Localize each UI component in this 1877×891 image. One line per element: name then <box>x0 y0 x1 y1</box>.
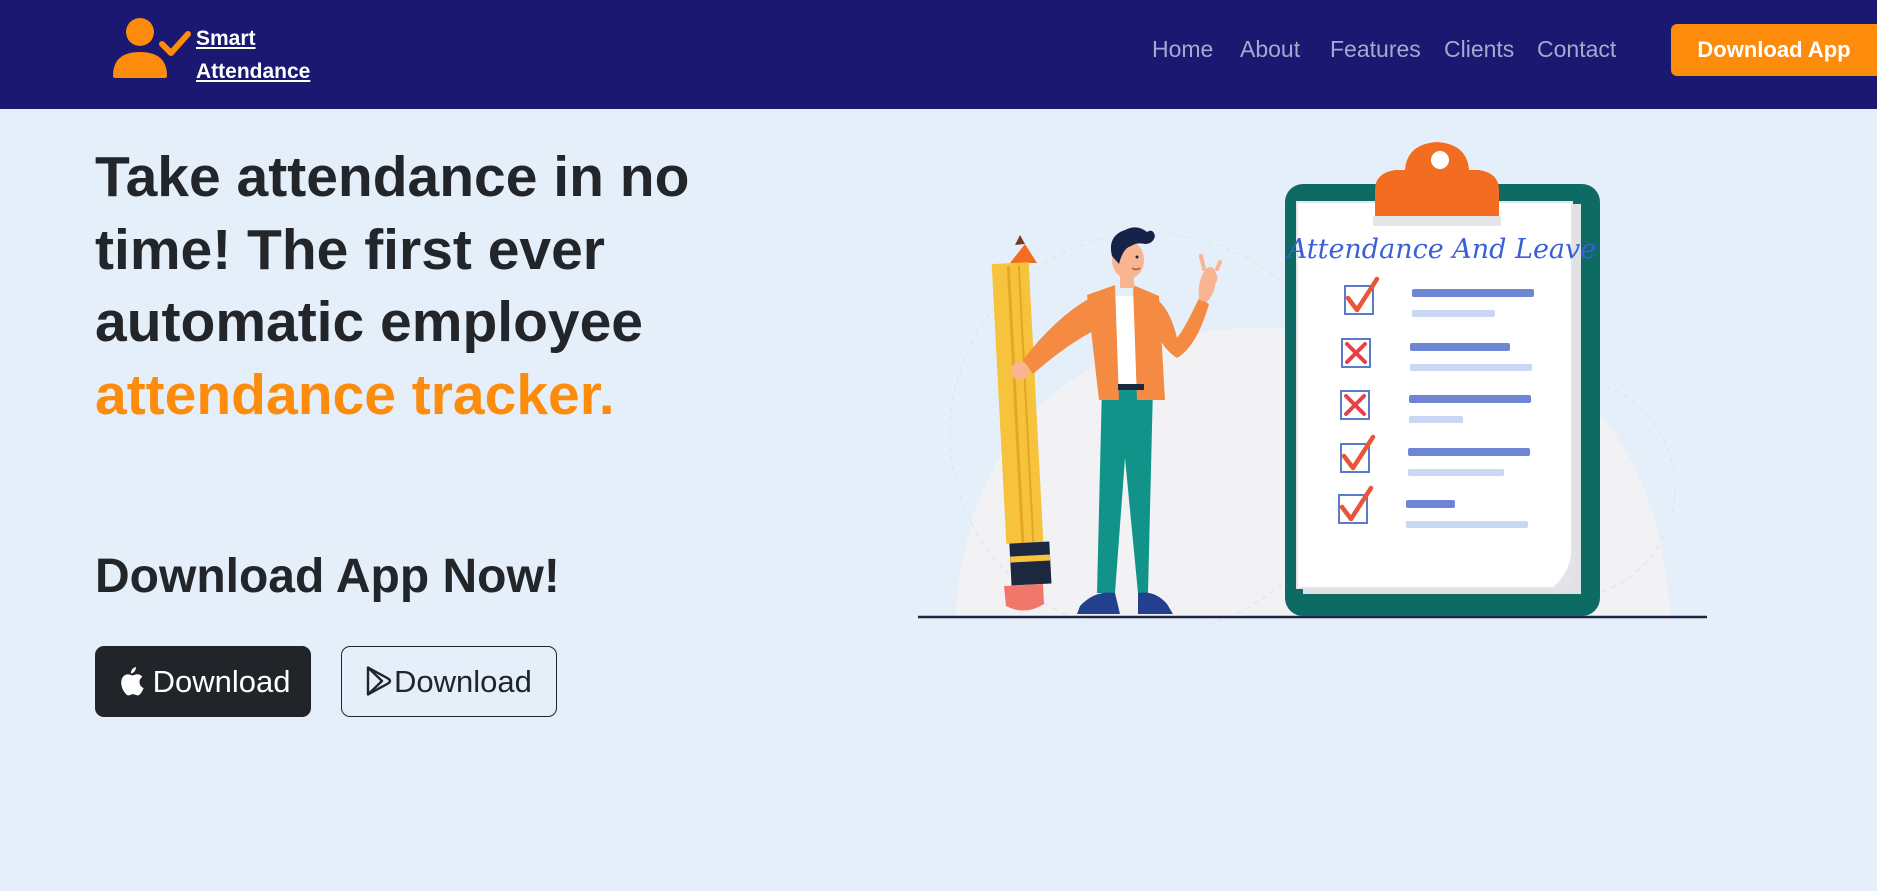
nav-link-about[interactable]: About <box>1240 32 1300 66</box>
apple-download-button[interactable]: Download <box>95 646 311 717</box>
download-subhead: Download App Now! <box>95 550 560 603</box>
nav-link-features[interactable]: Features <box>1330 32 1421 66</box>
google-play-icon <box>366 666 392 696</box>
play-download-button[interactable]: Download <box>341 646 557 717</box>
headline-main: Take attendance in no time! The first ev… <box>95 145 690 354</box>
clipboard: Attendance And Leave <box>1285 142 1600 616</box>
apple-download-label: Download <box>152 664 291 699</box>
hero-headline: Take attendance in no time! The first ev… <box>95 141 755 431</box>
navbar: Smart Attendance Home About Features Cli… <box>0 0 1877 109</box>
clipboard-title: Attendance And Leave <box>1285 234 1597 265</box>
brand-link[interactable]: Smart Attendance <box>110 14 330 84</box>
nav-link-clients[interactable]: Clients <box>1444 32 1514 66</box>
brand-name: Smart Attendance <box>196 22 310 88</box>
brand-line-2: Attendance <box>196 60 311 83</box>
play-download-label: Download <box>394 664 532 699</box>
user-check-icon <box>113 18 191 78</box>
nav-link-contact[interactable]: Contact <box>1537 32 1616 66</box>
headline-accent: attendance tracker. <box>95 362 615 427</box>
attendance-illustration: Attendance And Leave <box>918 142 1707 624</box>
apple-icon <box>121 666 144 696</box>
brand-line-1: Smart <box>196 27 256 50</box>
download-app-button[interactable]: Download App <box>1671 24 1877 76</box>
nav-link-home[interactable]: Home <box>1152 32 1213 66</box>
